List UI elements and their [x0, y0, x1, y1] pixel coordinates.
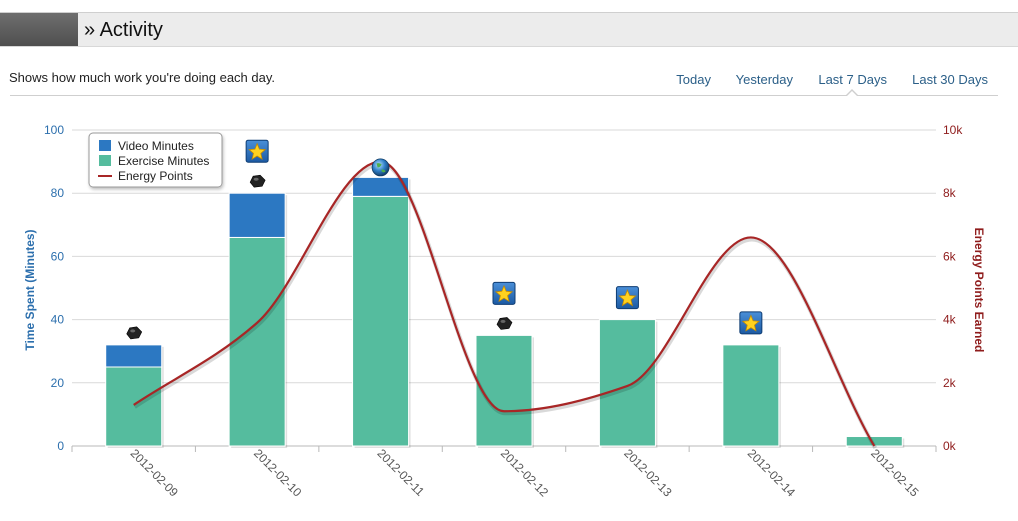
right-axis-tick-label: 10k	[943, 123, 963, 137]
right-axis-tick-label: 0k	[943, 439, 957, 453]
meteorite-highlight	[130, 329, 136, 333]
legend-swatch-video	[99, 140, 111, 151]
legend-swatch-exercise	[99, 155, 111, 166]
legend-label-energy: Energy Points	[118, 169, 193, 183]
x-axis-tick-label: 2012-02-13	[621, 446, 675, 500]
right-axis-tick-label: 8k	[943, 186, 957, 200]
meteorite-badge-icon	[249, 174, 266, 188]
x-axis-tick-label: 2012-02-14	[745, 446, 799, 500]
left-axis-tick-label: 80	[51, 186, 65, 200]
exercise-minutes-bar	[598, 319, 656, 447]
x-axis-tick-label: 2012-02-11	[374, 446, 427, 499]
right-axis-tick-label: 2k	[943, 376, 957, 390]
left-axis-tick-label: 20	[51, 376, 65, 390]
exercise-minutes-bar	[352, 195, 410, 447]
left-axis-tick-label: 60	[51, 249, 65, 263]
chart-bars	[105, 176, 905, 448]
video-minutes-bar	[228, 192, 286, 238]
left-axis-tick-label: 100	[44, 123, 64, 137]
left-axis-tick-label: 0	[57, 439, 64, 453]
legend-label-video: Video Minutes	[118, 139, 194, 153]
left-axis-tick-label: 40	[51, 313, 65, 327]
x-axis-tick-label: 2012-02-09	[128, 446, 182, 500]
activity-chart: 0 20 40 60 80 100 0k 2k 4k 6k 8k 10k 2012-02-09 2012-…	[23, 123, 986, 500]
right-axis-tick-label: 4k	[943, 313, 957, 327]
earth-badge-icon	[371, 158, 390, 177]
meteorite-highlight	[253, 177, 259, 181]
legend-label-exercise: Exercise Minutes	[118, 154, 209, 168]
right-axis-title: Energy Points Earned	[972, 228, 986, 353]
x-axis-tick-label: 2012-02-10	[251, 446, 305, 500]
chart-legend: Video MinutesExercise MinutesEnergy Poin…	[88, 132, 223, 188]
meteorite-highlight	[500, 319, 506, 323]
meteorite-badge-icon	[126, 326, 143, 340]
exercise-minutes-bar	[722, 344, 780, 447]
video-minutes-bar	[105, 344, 163, 368]
x-axis-tick-label: 2012-02-15	[868, 446, 922, 500]
exercise-minutes-bar	[105, 366, 163, 447]
left-axis-title: Time Spent (Minutes)	[23, 229, 37, 350]
right-axis-tick-label: 6k	[943, 249, 957, 263]
x-axis-tick-label: 2012-02-12	[498, 446, 552, 500]
